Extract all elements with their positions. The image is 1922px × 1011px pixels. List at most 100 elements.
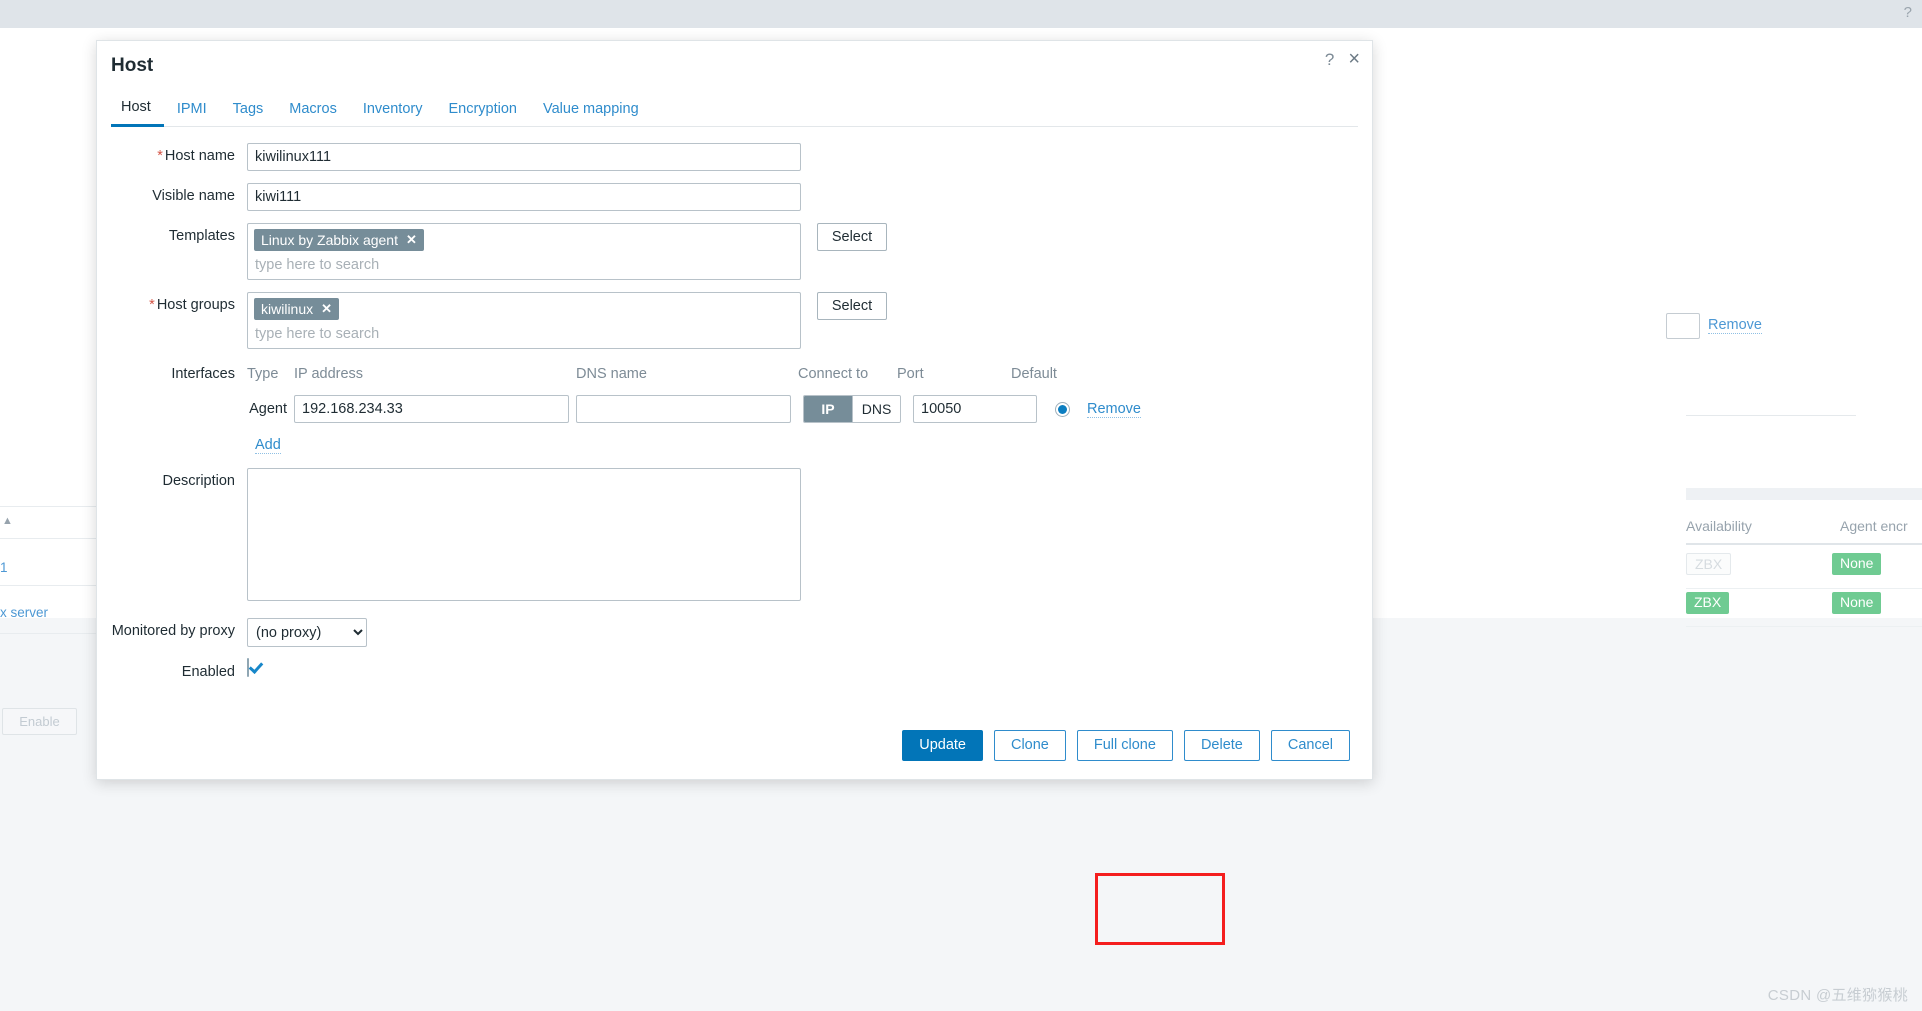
screen: ? ▲ 1 x server Enable Remove Availabilit… (0, 0, 1922, 1011)
host-groups-search-input[interactable] (254, 323, 794, 344)
host-groups-select-button[interactable]: Select (817, 292, 887, 320)
col-type: Type (247, 366, 279, 382)
host-form: *Host name Visible name Templates Linux … (97, 127, 1372, 680)
update-button[interactable]: Update (902, 729, 983, 761)
watermark: CSDN @五维猕猴桃 (1767, 987, 1908, 1004)
templates-select-button[interactable]: Select (817, 223, 887, 251)
background-divider (1686, 415, 1856, 416)
background-th-availability: Availability (1686, 518, 1752, 534)
host-groups-label: * Host groups (149, 297, 235, 313)
templates-multiselect[interactable]: Linux by Zabbix agent ✕ (247, 223, 801, 280)
col-dns-name: DNS name (576, 366, 647, 382)
template-chip-label: Linux by Zabbix agent (261, 232, 398, 248)
help-icon[interactable]: ? (1904, 4, 1912, 21)
connect-to-dns-option[interactable]: DNS (852, 396, 900, 422)
visible-name-label: Visible name (152, 188, 235, 204)
default-interface-radio[interactable] (1055, 401, 1070, 417)
close-icon[interactable]: × (1348, 49, 1360, 69)
col-ip-address: IP address (294, 366, 364, 382)
background-divider (1686, 626, 1922, 627)
full-clone-button[interactable]: Full clone (1076, 729, 1173, 761)
background-divider (1686, 588, 1922, 589)
template-chip[interactable]: Linux by Zabbix agent ✕ (254, 229, 424, 251)
col-default: Default (1011, 366, 1057, 382)
default-interface-group: Remove (1055, 401, 1141, 418)
dialog-footer: Update Clone Full clone Delete Cancel (97, 711, 1372, 779)
enabled-checkbox[interactable] (247, 658, 249, 677)
host-dialog: Host ? × Host IPMI Tags Macros Inventory… (96, 40, 1373, 780)
status-badge-encryption: None (1832, 553, 1882, 575)
background-divider (1686, 543, 1922, 545)
status-badge-encryption: None (1832, 592, 1882, 614)
tab-value-mapping[interactable]: Value mapping (530, 101, 652, 126)
interface-add-link[interactable]: Add (255, 437, 281, 454)
help-icon[interactable]: ? (1325, 51, 1334, 68)
close-icon[interactable]: ✕ (321, 301, 332, 317)
monitored-by-proxy-select[interactable]: (no proxy) (247, 618, 367, 647)
up-triangle-icon[interactable]: ▲ (2, 515, 16, 529)
background-divider (0, 633, 96, 634)
cancel-button[interactable]: Cancel (1270, 729, 1350, 761)
dialog-title: Host (111, 55, 154, 76)
host-name-input[interactable] (247, 143, 801, 171)
field-monitored-by-proxy: Monitored by proxy (no proxy) (97, 618, 1372, 647)
dialog-header-icons: ? × (1325, 49, 1360, 69)
background-divider (0, 585, 96, 586)
field-enabled: Enabled (97, 658, 1372, 680)
status-badge-zbx: ZBX (1686, 592, 1730, 614)
interface-row: Agent IP DNS Remove (247, 395, 1141, 423)
tab-inventory[interactable]: Inventory (350, 101, 436, 126)
description-label: Description (162, 473, 235, 489)
tab-host[interactable]: Host (111, 99, 164, 127)
field-visible-name: Visible name (97, 183, 1372, 211)
background-th-agent-encryption: Agent encr (1840, 518, 1908, 534)
background-input-box (1666, 313, 1700, 339)
interface-ip-input[interactable] (294, 395, 569, 423)
tab-macros[interactable]: Macros (276, 101, 350, 126)
tab-ipmi[interactable]: IPMI (164, 101, 220, 126)
background-link-1[interactable]: 1 (0, 560, 8, 575)
dialog-tabs: Host IPMI Tags Macros Inventory Encrypti… (111, 95, 1358, 127)
interfaces-table-header: Type IP address DNS name Connect to Port… (247, 361, 1141, 382)
host-groups-multiselect[interactable]: kiwilinux ✕ (247, 292, 801, 349)
connect-to-ip-option[interactable]: IP (804, 396, 852, 422)
clone-button[interactable]: Clone (993, 729, 1066, 761)
interface-dns-input[interactable] (576, 395, 791, 423)
interfaces-label: Interfaces (171, 366, 235, 382)
dialog-header: Host ? × (97, 41, 1372, 95)
background-divider (0, 506, 96, 507)
background-link-2[interactable]: x server (0, 605, 48, 620)
background-table-head (1686, 488, 1922, 500)
required-marker: * (149, 297, 155, 313)
required-marker: * (157, 148, 163, 164)
col-port: Port (897, 366, 924, 382)
delete-button[interactable]: Delete (1183, 729, 1260, 761)
interface-remove-link[interactable]: Remove (1087, 401, 1141, 418)
col-connect-to: Connect to (798, 366, 869, 382)
field-templates: Templates Linux by Zabbix agent ✕ Select (97, 223, 1372, 280)
interface-type-label: Agent (249, 401, 287, 417)
monitored-by-proxy-label: Monitored by proxy (111, 623, 235, 639)
description-textarea[interactable] (247, 468, 801, 601)
tab-tags[interactable]: Tags (220, 101, 277, 126)
status-badge-zbx: ZBX (1686, 553, 1732, 575)
visible-name-input[interactable] (247, 183, 801, 211)
close-icon[interactable]: ✕ (406, 232, 417, 248)
field-description: Description (97, 468, 1372, 606)
field-host-name: * Host name (97, 143, 1372, 171)
templates-search-input[interactable] (254, 254, 794, 275)
templates-label: Templates (168, 228, 235, 244)
host-group-chip-label: kiwilinux (261, 301, 314, 317)
field-interfaces: Interfaces Type IP address DNS name Conn… (97, 361, 1372, 423)
interface-port-input[interactable] (913, 395, 1037, 423)
tab-encryption[interactable]: Encryption (435, 101, 530, 126)
host-group-chip[interactable]: kiwilinux ✕ (254, 298, 340, 320)
enable-button-disabled: Enable (2, 708, 77, 735)
enabled-label: Enabled (181, 664, 235, 680)
field-host-groups: *Host groups kiwilinux ✕ Select (97, 292, 1372, 349)
interfaces-add-row: Add (97, 437, 1372, 454)
host-name-label: * Host name (157, 148, 235, 164)
background-remove-link[interactable]: Remove (1708, 317, 1762, 334)
connect-to-toggle[interactable]: IP DNS (803, 395, 901, 423)
background-divider (0, 538, 96, 539)
